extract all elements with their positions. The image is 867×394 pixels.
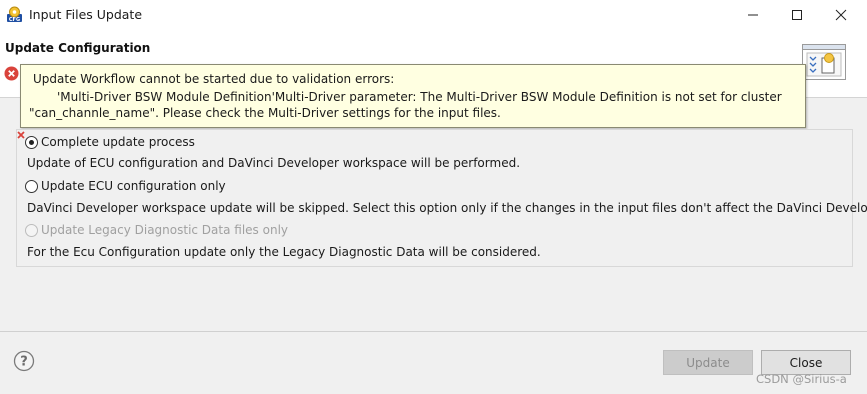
option-update-ecu-only[interactable]: Update ECU configuration only [25, 179, 226, 193]
option-label: Update Legacy Diagnostic Data files only [41, 223, 289, 237]
validation-error-tooltip: Update Workflow cannot be started due to… [20, 64, 806, 128]
option-description: Update of ECU configuration and DaVinci … [27, 156, 521, 170]
option-label: Complete update process [41, 135, 195, 149]
svg-text:?: ? [20, 355, 28, 370]
option-legacy-diagnostic: Update Legacy Diagnostic Data files only [25, 223, 288, 237]
window-title: Input Files Update [29, 7, 143, 22]
option-complete-update[interactable]: Complete update process [25, 135, 195, 149]
error-icon [4, 66, 19, 81]
maximize-icon [792, 10, 802, 20]
watermark-text: CSDN @Sirius-a [756, 372, 847, 386]
close-icon [835, 9, 847, 21]
maximize-button[interactable] [775, 0, 819, 30]
close-window-button[interactable] [819, 0, 863, 30]
legacy-diagnostic-radio [25, 223, 38, 237]
svg-text:CFG: CFG [9, 17, 20, 23]
minimize-icon [748, 14, 758, 16]
cfg-app-icon: CFG [7, 6, 22, 23]
title-bar: CFG Input Files Update [0, 0, 867, 30]
option-description: For the Ecu Configuration update only th… [27, 245, 541, 259]
footer-divider [0, 331, 867, 332]
option-description: DaVinci Developer workspace update will … [27, 201, 867, 215]
option-label: Update ECU configuration only [41, 179, 226, 193]
minimize-button[interactable] [731, 0, 775, 30]
update-options-group: Complete update process Update of ECU co… [16, 129, 867, 267]
update-button: Update [663, 350, 753, 375]
wizard-banner-icon [802, 44, 846, 80]
tooltip-line-1: Update Workflow cannot be started due to… [33, 72, 395, 86]
tooltip-line-3: "can_channle_name". Please check the Mul… [29, 106, 501, 120]
complete-update-radio[interactable] [25, 135, 38, 149]
field-error-icon [17, 131, 25, 139]
update-ecu-radio[interactable] [25, 179, 38, 193]
help-icon[interactable]: ? [13, 350, 35, 372]
page-title: Update Configuration [5, 41, 151, 55]
tooltip-line-2: 'Multi-Driver BSW Module Definition'Mult… [57, 90, 782, 104]
